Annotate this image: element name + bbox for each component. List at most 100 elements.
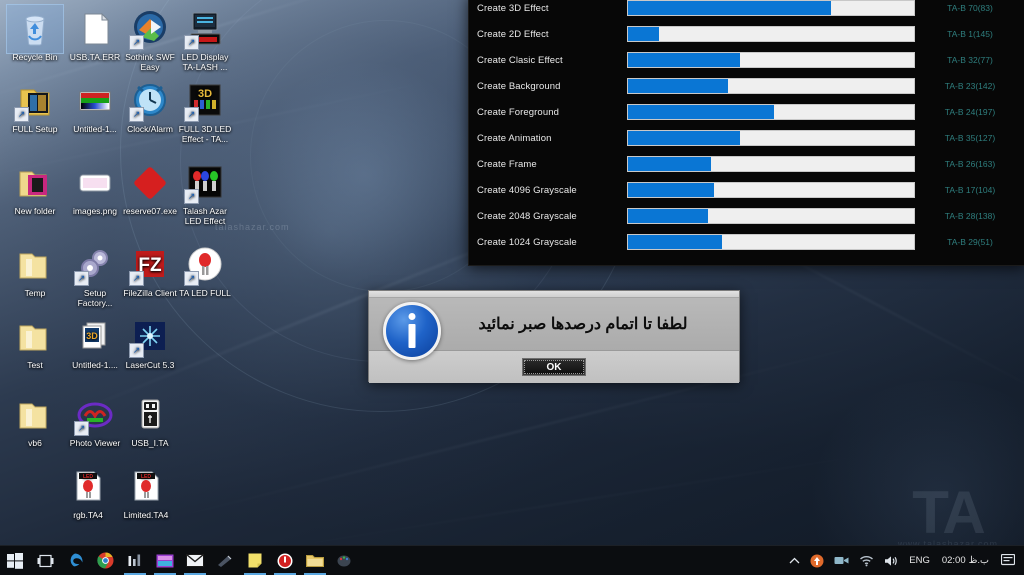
progress-row-label: Create Frame (477, 158, 537, 170)
dialog-message-text: لطفا تا اتمام درصدها صبر نمائید (478, 316, 688, 333)
clock-meridiem: ب.ظ (968, 555, 989, 566)
photos-button[interactable] (150, 546, 180, 575)
folder-icon (14, 316, 56, 358)
progress-row: Create 4096 Grayscale TA-B 17(104) (469, 177, 1024, 203)
clock[interactable]: 02:00 ب.ظ (935, 546, 996, 575)
update-icon[interactable] (805, 546, 829, 575)
desktop-icon-full-3d-led-effect[interactable]: 3D ↗ FULL 3D LED Effect - TA... (176, 80, 234, 144)
file-explorer-button[interactable] (300, 546, 330, 575)
progress-bar-fill (628, 209, 709, 223)
shortcut-arrow-icon: ↗ (184, 271, 199, 286)
desktop-icon-photo-viewer[interactable]: ↗ Photo Viewer (66, 394, 124, 448)
chrome-button[interactable] (90, 546, 120, 575)
desktop-icon-label: New folder (14, 206, 56, 216)
progress-row: Create Animation TA-B 35(127) (469, 125, 1024, 151)
shortcut-arrow-icon: ↗ (184, 189, 199, 204)
taskbar[interactable]: ENG 02:00 ب.ظ (0, 545, 1024, 575)
desktop-icon-recycle-bin[interactable]: Recycle Bin (6, 4, 64, 62)
desktop-icon-reserve07-exe[interactable]: reserve07.exe (121, 162, 179, 216)
desktop-icon-label: USB_I.TA (131, 438, 169, 448)
ok-button[interactable]: OK (522, 358, 586, 376)
progress-bar-track (627, 130, 915, 146)
desktop-icon-ta-led-full[interactable]: ↗ TA LED FULL (176, 244, 234, 298)
edge-icon (70, 553, 83, 566)
dialog-titlebar[interactable] (369, 291, 739, 298)
desktop-icon-rgb-ta4[interactable]: LED rgb.TA4 (59, 466, 117, 520)
desktop-icon-test[interactable]: Test (6, 316, 64, 370)
edge-button[interactable] (60, 546, 90, 575)
paint-button[interactable] (330, 546, 360, 575)
snip-button[interactable] (210, 546, 240, 575)
svg-text:3D: 3D (86, 331, 98, 341)
progress-bar-track (627, 208, 915, 224)
task-view-button[interactable] (30, 546, 60, 575)
desktop-icon-label: vb6 (28, 438, 42, 448)
folder-icon (14, 394, 56, 436)
sothink-swf-easy-icon: ↗ (129, 8, 171, 50)
desktop-icon-limited-ta4[interactable]: LED Limited.TA4 (117, 466, 175, 520)
action-center-icon (1001, 554, 1015, 566)
progress-bar-fill (628, 157, 711, 171)
shortcut-arrow-icon: ↗ (129, 107, 144, 122)
progress-row: Create 1024 Grayscale TA-B 29(51) (469, 229, 1024, 255)
folder-icon (306, 554, 324, 567)
desktop-icon-sothink-swf-easy[interactable]: ↗ Sothink SWF Easy (121, 8, 179, 72)
desktop-icon-label: Limited.TA4 (123, 510, 169, 520)
windows-logo-icon (7, 552, 23, 569)
desktop-icon-label: FULL Setup (12, 124, 58, 134)
shortcut-arrow-icon: ↗ (129, 343, 144, 358)
recycle-bin-icon (6, 4, 64, 54)
media-player-button[interactable] (120, 546, 150, 575)
desktop-icon-setup-factory[interactable]: ↗ Setup Factory... (66, 244, 124, 308)
desktop-icon-talash-azar-led-effect[interactable]: ↗ Talash Azar LED Effect (176, 162, 234, 226)
desktop-icon-label: Setup Factory... (77, 288, 113, 308)
desktop-icon-untitled-1-gradient[interactable]: Untitled-1... (66, 80, 124, 134)
desktop-icon-filezilla-client[interactable]: FZ ↗ FileZilla Client (121, 244, 179, 298)
progress-row-label: Create 2048 Grayscale (477, 210, 577, 222)
progress-row-label: Create 3D Effect (477, 2, 549, 14)
app-red-button[interactable] (270, 546, 300, 575)
task-view-icon (37, 554, 53, 567)
desktop-icon-lasercut-53[interactable]: ↗ LaserCut 5.3 (121, 316, 179, 370)
red-diamond-exe-icon (129, 162, 171, 204)
show-hidden-icons-button[interactable] (784, 546, 805, 575)
mail-button[interactable] (180, 546, 210, 575)
desktop-icon-full-setup[interactable]: ↗ FULL Setup (6, 80, 64, 134)
desktop-icon-label: Sothink SWF Easy (125, 52, 175, 72)
notepad-button[interactable] (240, 546, 270, 575)
notepad-icon (248, 553, 262, 568)
desktop-icon-label: images.png (73, 206, 117, 216)
shortcut-arrow-icon: ↗ (184, 107, 199, 122)
taskbar-buttons (0, 546, 360, 575)
progress-bar-fill (628, 131, 740, 145)
message-dialog[interactable]: لطفا تا اتمام درصدها صبر نمائید OK (368, 290, 740, 383)
desktop-icon-vb6[interactable]: vb6 (6, 394, 64, 448)
desktop-icon-led-display[interactable]: ↗ LED Display TA-LASH ... (176, 8, 234, 72)
desktop-icon-usb-i-ta[interactable]: USB_I.TA (121, 394, 179, 448)
wifi-icon[interactable] (854, 546, 879, 575)
desktop-background[interactable]: Recycle Bin USB.TA.ERR ↗ Sothink SWF Eas… (0, 0, 1024, 575)
equalizer-icon (128, 554, 141, 566)
desktop-icon-untitled-1-psd[interactable]: 3D Untitled-1.... (66, 316, 124, 370)
desktop-icon-usb-ta-err[interactable]: USB.TA.ERR (66, 8, 124, 62)
start-button[interactable] (0, 546, 30, 575)
progress-window[interactable]: Create 3D Effect TA-B 70(83) Create 2D E… (468, 0, 1024, 266)
progress-row-label: Create Background (477, 80, 561, 92)
progress-row: Create Clasic Effect TA-B 32(77) (469, 47, 1024, 73)
desktop-icon-temp[interactable]: Temp (6, 244, 64, 298)
progress-bar-fill (628, 105, 774, 119)
system-tray: ENG 02:00 ب.ظ (784, 546, 1024, 575)
shortcut-arrow-icon: ↗ (184, 35, 199, 50)
camera-icon[interactable] (829, 546, 854, 575)
progress-row-label: Create Foreground (477, 106, 559, 118)
desktop-icon-label: USB.TA.ERR (69, 52, 121, 62)
progress-bar-fill (628, 1, 832, 15)
desktop-icon-clock-alarm[interactable]: ↗ Clock/Alarm (121, 80, 179, 134)
action-center-button[interactable] (996, 546, 1020, 575)
progress-bar-track (627, 78, 915, 94)
volume-icon[interactable] (879, 546, 904, 575)
desktop-icon-images-png[interactable]: images.png (66, 162, 124, 216)
desktop-icon-new-folder[interactable]: New folder (6, 162, 64, 216)
progress-row: Create 2D Effect TA-B 1(145) (469, 21, 1024, 47)
language-indicator[interactable]: ENG (904, 546, 935, 575)
